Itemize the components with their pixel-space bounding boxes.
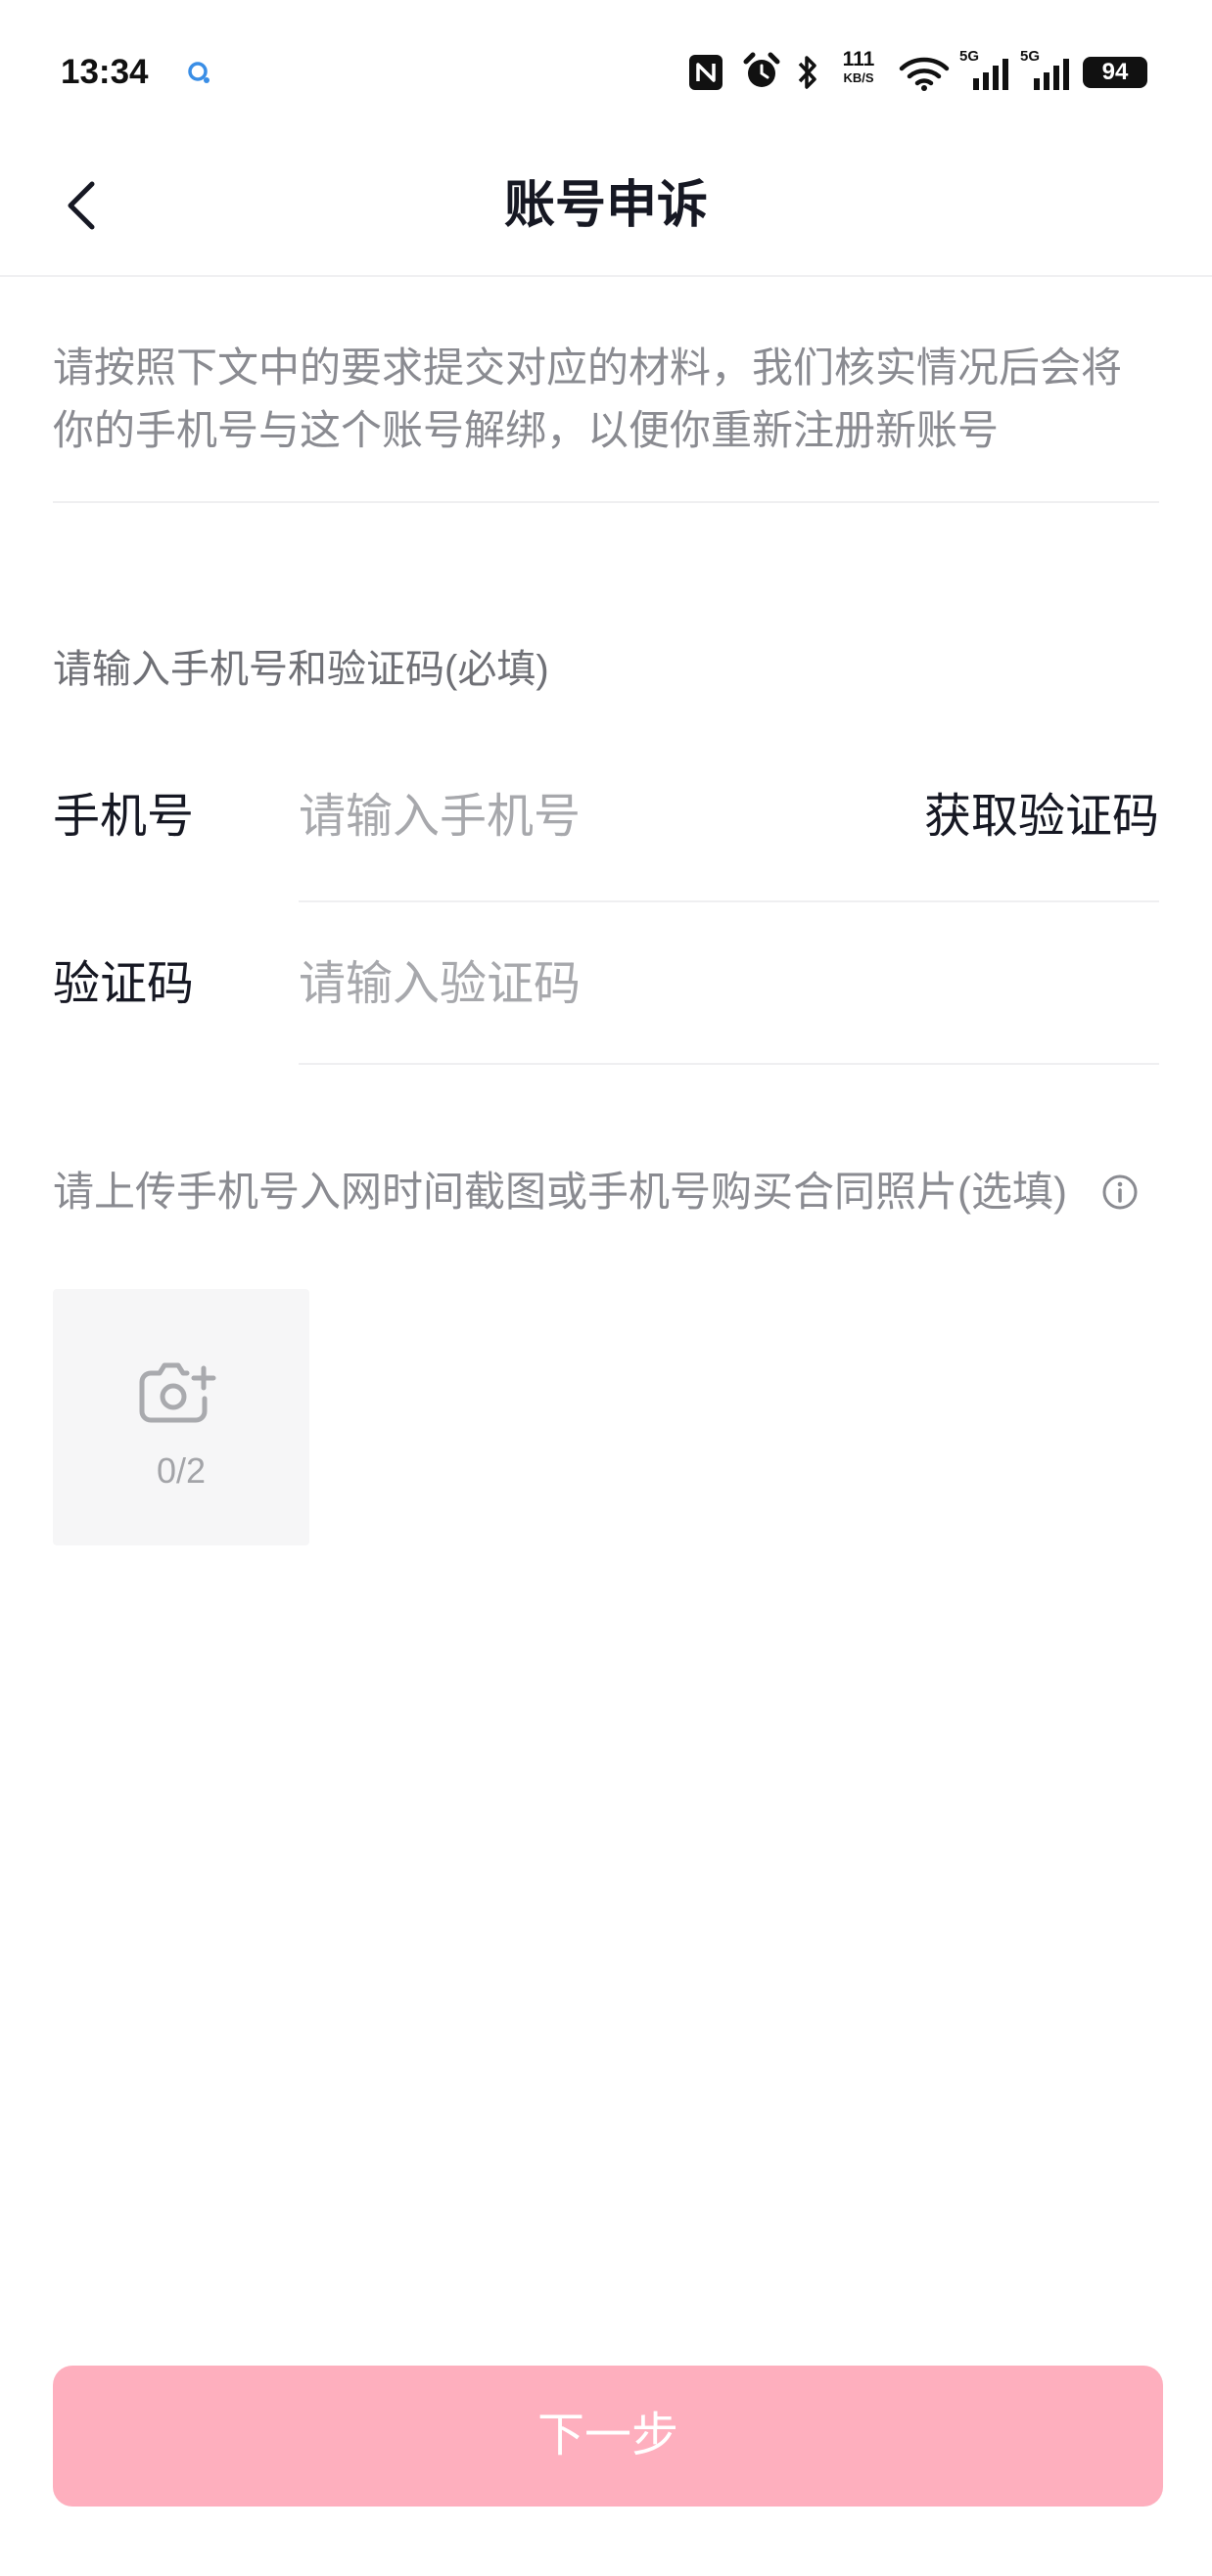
- phone-input[interactable]: [299, 778, 866, 856]
- app-notification-icon: [185, 59, 212, 86]
- bluetooth-icon: [797, 54, 818, 91]
- upload-section-label: 请上传手机号入网时间截图或手机号购买合同照片(选填): [53, 1169, 1067, 1215]
- network-speed-unit: KB/S: [843, 70, 874, 85]
- signal-icon-sim2: 5G: [1020, 49, 1071, 92]
- page-title: 账号申诉: [503, 177, 708, 234]
- intro-line: 你的手机号与这个账号解绑，以便你重新注册新账号: [53, 407, 1000, 453]
- battery-icon: 94: [1083, 57, 1147, 88]
- alarm-icon: [742, 52, 781, 91]
- code-field-divider: [299, 1063, 1159, 1065]
- info-icon[interactable]: [1101, 1173, 1139, 1211]
- network-speed: 111 KB/S: [833, 49, 884, 86]
- signal-sim1-label: 5G: [959, 48, 980, 65]
- intro-divider: [53, 501, 1159, 503]
- image-upload-button[interactable]: 0/2: [53, 1289, 309, 1545]
- signal-icon-sim1: 5G: [959, 49, 1010, 92]
- phone-section-label: 请输入手机号和验证码(必填): [53, 648, 549, 691]
- status-time: 13:34: [61, 53, 149, 91]
- nfc-icon: [688, 54, 723, 91]
- next-button[interactable]: 下一步: [53, 2366, 1163, 2507]
- phone-field-divider: [299, 900, 1159, 902]
- code-input[interactable]: [299, 945, 866, 1024]
- header-divider: [0, 275, 1212, 277]
- intro-line: 请按照下文中的要求提交对应的材料，我们核实情况后会将: [53, 345, 1123, 391]
- code-field-label: 验证码: [53, 958, 195, 1010]
- network-speed-value: 111: [842, 48, 875, 70]
- wifi-icon: [899, 56, 950, 91]
- upload-count: 0/2: [156, 1450, 207, 1491]
- camera-add-icon: [138, 1359, 216, 1426]
- get-code-button[interactable]: 获取验证码: [881, 778, 1159, 856]
- signal-sim2-label: 5G: [1020, 48, 1041, 65]
- account-appeal-screen: 13:34 111 KB/S 5G 5G 94 账号申诉 请按照下文中的要求提交…: [0, 0, 1212, 2576]
- phone-field-label: 手机号: [53, 791, 195, 843]
- intro-text: 请按照下文中的要求提交对应的材料，我们核实情况后会将 你的手机号与这个账号解绑，…: [53, 337, 1169, 462]
